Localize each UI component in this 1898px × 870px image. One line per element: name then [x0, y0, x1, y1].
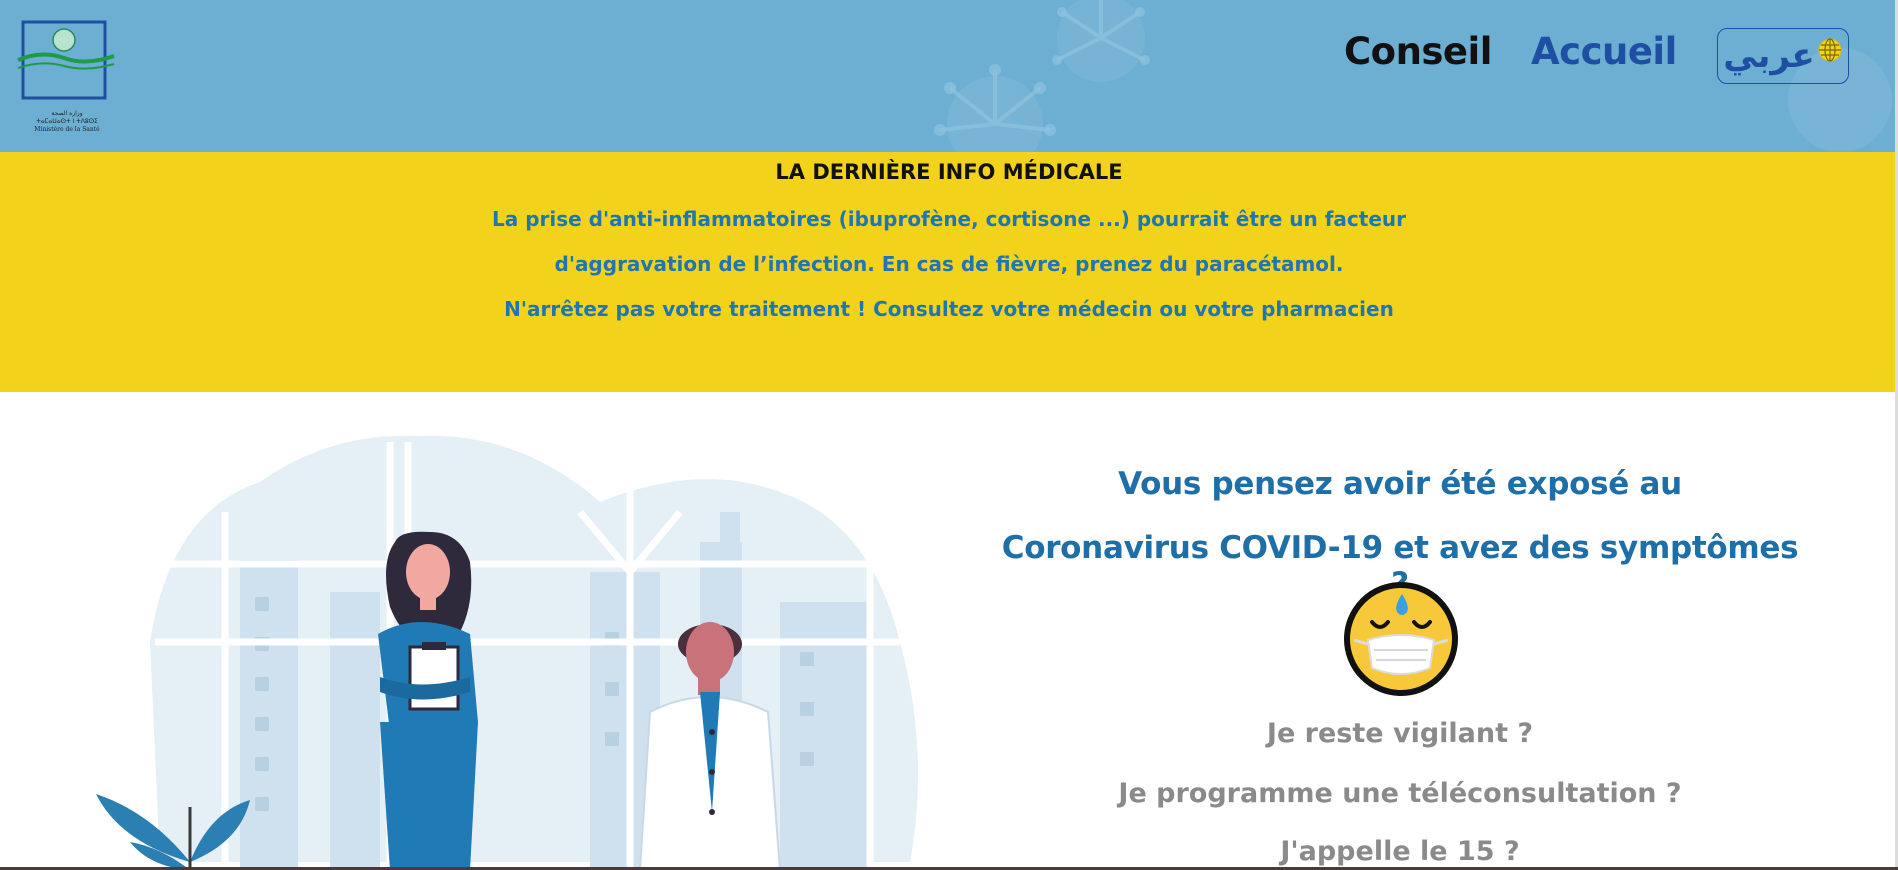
option-stay-vigilant[interactable]: Je reste vigilant ?	[1000, 718, 1800, 749]
masked-face-emoji-icon	[1344, 582, 1458, 696]
site-header: وزارة الصحة ⵜⴰⵎⴰⵡⴰⵙⵜ ⵏ ⵜⴷⵓⵙⵉ Ministère d…	[0, 0, 1898, 152]
option-call-15[interactable]: J'appelle le 15 ?	[1000, 836, 1800, 867]
nav-accueil-link[interactable]: Accueil	[1531, 30, 1677, 73]
banner-line-1: La prise d'anti-inflammatoires (ibuprofè…	[491, 207, 1406, 231]
logo-caption-arabic: وزارة الصحة	[51, 110, 83, 117]
banner-title: LA DERNIÈRE INFO MÉDICALE	[775, 160, 1123, 184]
logo-caption-tifinagh: ⵜⴰⵎⴰⵡⴰⵙⵜ ⵏ ⵜⴷⵓⵙⵉ	[36, 118, 98, 125]
virus-background-art	[934, 0, 1892, 152]
language-button-label: عربي	[1723, 36, 1815, 76]
banner-line-3: N'arrêtez pas votre traitement ! Consult…	[504, 297, 1394, 321]
banner-line-2: d'aggravation de l’infection. En cas de …	[554, 252, 1344, 276]
language-switch-button[interactable]: عربي	[1717, 28, 1849, 84]
symptom-question-line-1: Vous pensez avoir été exposé au	[1118, 466, 1682, 502]
globe-icon	[1818, 38, 1842, 62]
option-teleconsultation[interactable]: Je programme une téléconsultation ?	[1000, 778, 1800, 809]
nav-conseil-link[interactable]: Conseil	[1344, 30, 1492, 73]
logo-caption-french: Ministère de la Santé	[34, 126, 100, 133]
logo-caption: وزارة الصحة ⵜⴰⵎⴰⵡⴰⵙⵜ ⵏ ⵜⴷⵓⵙⵉ Ministère d…	[16, 110, 118, 134]
doctors-illustration	[96, 435, 918, 870]
